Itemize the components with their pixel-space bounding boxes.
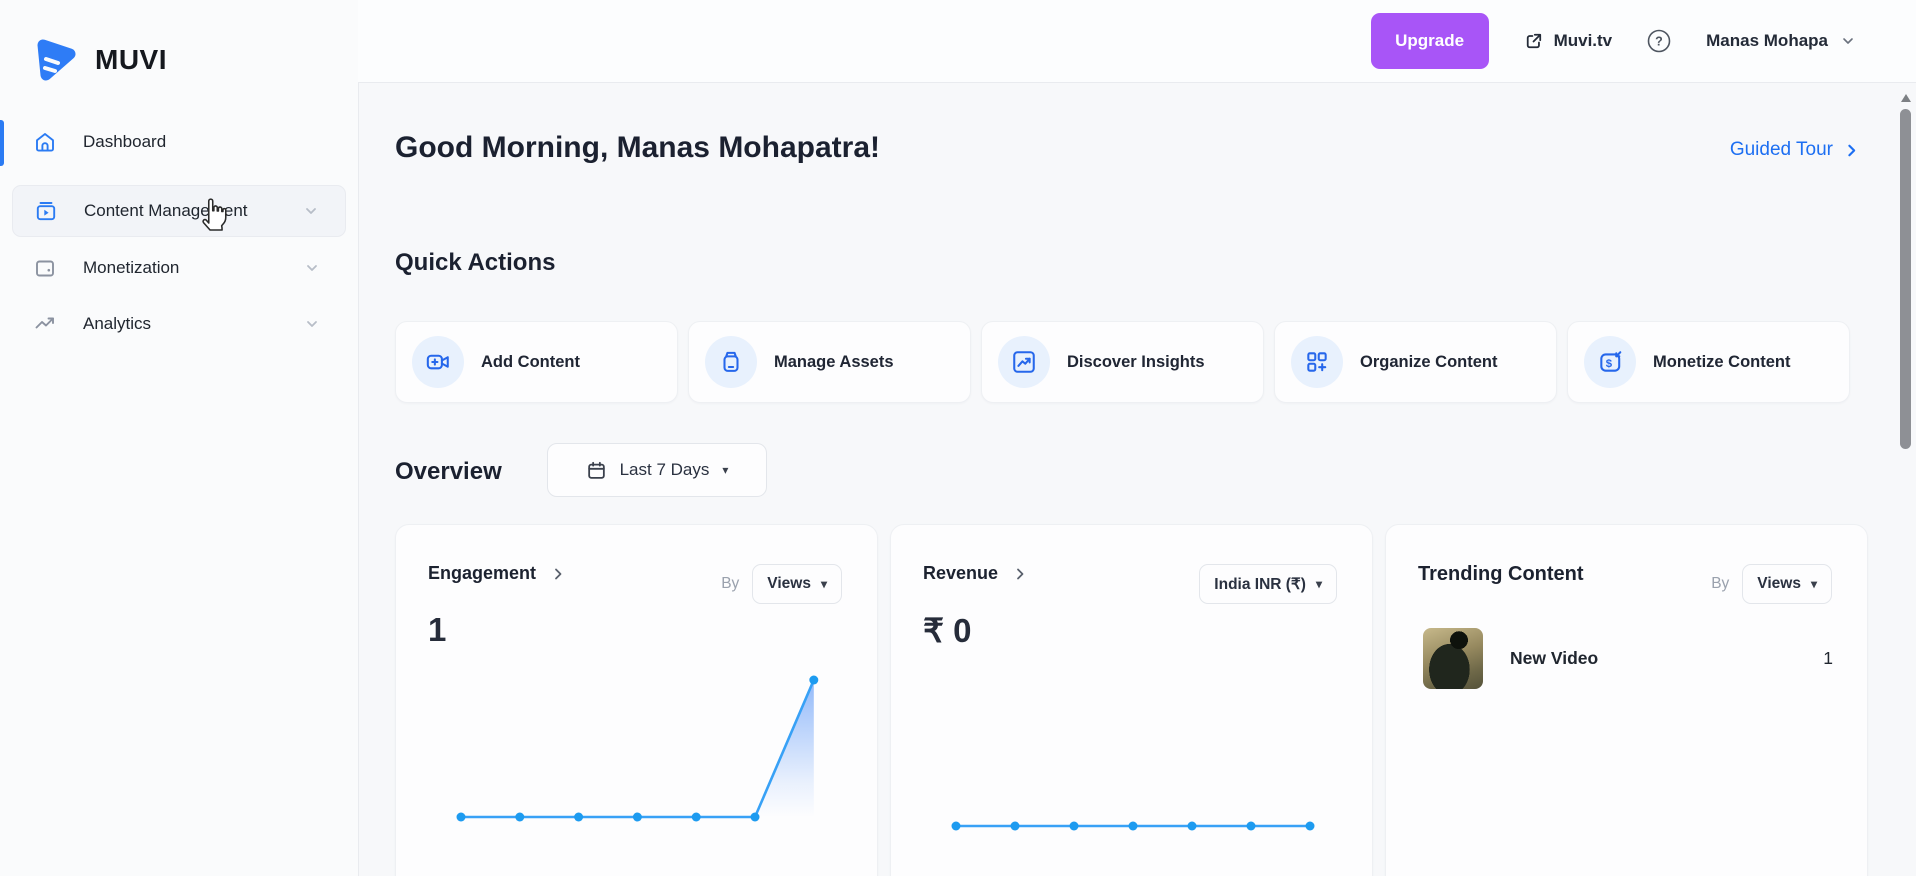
assets-box-icon: [705, 336, 757, 388]
quick-actions-row: Add Content Manage Assets: [395, 321, 1850, 403]
main-content: Good Morning, Manas Mohapatra! Guided To…: [358, 82, 1916, 876]
sidebar-item-dashboard[interactable]: Dashboard: [12, 116, 346, 168]
video-thumbnail: [1423, 628, 1483, 689]
svg-text:?: ?: [1655, 35, 1663, 49]
muvi-logo-icon: [33, 38, 79, 82]
muvi-tv-label: Muvi.tv: [1554, 31, 1613, 51]
caret-down-icon: ▾: [722, 463, 728, 477]
manage-assets-button[interactable]: Manage Assets: [688, 321, 971, 403]
metric-value: Views: [767, 575, 811, 593]
overview-cards: Engagement By Views ▾ 1: [395, 524, 1868, 876]
chevron-down-icon: [304, 316, 320, 332]
chevron-right-icon: [550, 566, 566, 582]
overview-title: Overview: [395, 458, 502, 486]
brand-name: MUVI: [95, 44, 167, 76]
svg-text:$: $: [1606, 358, 1613, 370]
trending-up-icon: [33, 312, 57, 336]
muvi-tv-link[interactable]: Muvi.tv: [1523, 31, 1613, 52]
video-view-count: 1: [1823, 648, 1833, 669]
currency-value: India INR (₹): [1214, 575, 1306, 594]
scrollbar-thumb[interactable]: [1900, 109, 1911, 449]
user-menu[interactable]: Manas Mohapa: [1706, 31, 1856, 51]
quick-action-label: Organize Content: [1360, 353, 1498, 372]
video-title: New Video: [1510, 648, 1598, 669]
trending-title: Trending Content: [1418, 563, 1584, 586]
sidebar: MUVI Dashboard Content Management: [0, 0, 358, 876]
chevron-down-icon: [304, 260, 320, 276]
sidebar-item-content-management[interactable]: Content Management: [12, 185, 346, 237]
video-library-icon: [34, 199, 58, 223]
revenue-title: Revenue: [923, 563, 998, 584]
sidebar-item-analytics[interactable]: Analytics: [12, 298, 346, 350]
sidebar-item-monetization[interactable]: Monetization: [12, 242, 346, 294]
muvi-dashboard-page: MUVI Dashboard Content Management: [0, 0, 1916, 876]
money-in-icon: $: [1584, 336, 1636, 388]
chevron-down-icon: [303, 203, 319, 219]
engagement-title: Engagement: [428, 563, 536, 584]
monetize-content-button[interactable]: $ Monetize Content: [1567, 321, 1850, 403]
metric-value: Views: [1757, 575, 1801, 593]
trending-list-item[interactable]: New Video 1: [1423, 628, 1833, 689]
engagement-value: 1: [428, 611, 446, 649]
active-nav-indicator: [0, 120, 4, 166]
vertical-scrollbar[interactable]: [1898, 82, 1914, 876]
brand-logo[interactable]: MUVI: [33, 38, 167, 82]
sidebar-item-label: Analytics: [83, 314, 151, 334]
help-icon[interactable]: ?: [1646, 28, 1672, 54]
engagement-metric-dropdown[interactable]: Views ▾: [752, 564, 842, 604]
guided-tour-link[interactable]: Guided Tour: [1730, 139, 1860, 161]
page-title: Good Morning, Manas Mohapatra!: [395, 131, 880, 165]
chart-insights-icon: [998, 336, 1050, 388]
quick-action-label: Add Content: [481, 353, 580, 372]
date-range-dropdown[interactable]: Last 7 Days ▾: [547, 443, 767, 497]
by-label: By: [1711, 575, 1729, 593]
caret-down-icon: ▾: [821, 577, 827, 591]
trending-content-card: Trending Content By Views ▾ New Video 1: [1385, 524, 1868, 876]
quick-actions-title: Quick Actions: [395, 249, 555, 277]
caret-down-icon: ▾: [1316, 577, 1322, 591]
sidebar-item-label: Monetization: [83, 258, 179, 278]
trending-metric-dropdown[interactable]: Views ▾: [1742, 564, 1832, 604]
chevron-right-icon: [1843, 142, 1860, 159]
sidebar-item-label: Content Management: [84, 201, 248, 221]
revenue-value: ₹ 0: [923, 611, 972, 650]
user-name: Manas Mohapa: [1706, 31, 1828, 51]
discover-insights-button[interactable]: Discover Insights: [981, 321, 1264, 403]
upgrade-button[interactable]: Upgrade: [1371, 13, 1489, 69]
guided-tour-label: Guided Tour: [1730, 139, 1833, 161]
topbar: Upgrade Muvi.tv ? Manas Mohapa: [358, 0, 1916, 82]
calendar-icon: [586, 460, 607, 481]
quick-action-label: Monetize Content: [1653, 353, 1791, 372]
scroll-up-arrow[interactable]: [1901, 94, 1911, 102]
home-icon: [33, 130, 57, 154]
revenue-card-link[interactable]: Revenue: [923, 563, 1028, 584]
sidebar-item-label: Dashboard: [83, 132, 166, 152]
video-plus-icon: [412, 336, 464, 388]
caret-down-icon: ▾: [1811, 577, 1817, 591]
engagement-card: Engagement By Views ▾ 1: [395, 524, 878, 876]
currency-dropdown[interactable]: India INR (₹) ▾: [1199, 564, 1337, 604]
grid-plus-icon: [1291, 336, 1343, 388]
quick-action-label: Discover Insights: [1067, 353, 1205, 372]
revenue-card: Revenue India INR (₹) ▾ ₹ 0: [890, 524, 1373, 876]
external-link-icon: [1523, 31, 1544, 52]
date-range-value: Last 7 Days: [620, 460, 710, 480]
add-content-button[interactable]: Add Content: [395, 321, 678, 403]
quick-action-label: Manage Assets: [774, 353, 894, 372]
engagement-card-link[interactable]: Engagement: [428, 563, 566, 584]
chevron-right-icon: [1012, 566, 1028, 582]
chevron-down-icon: [1840, 33, 1856, 49]
organize-content-button[interactable]: Organize Content: [1274, 321, 1557, 403]
by-label: By: [721, 575, 739, 593]
wallet-icon: [33, 256, 57, 280]
